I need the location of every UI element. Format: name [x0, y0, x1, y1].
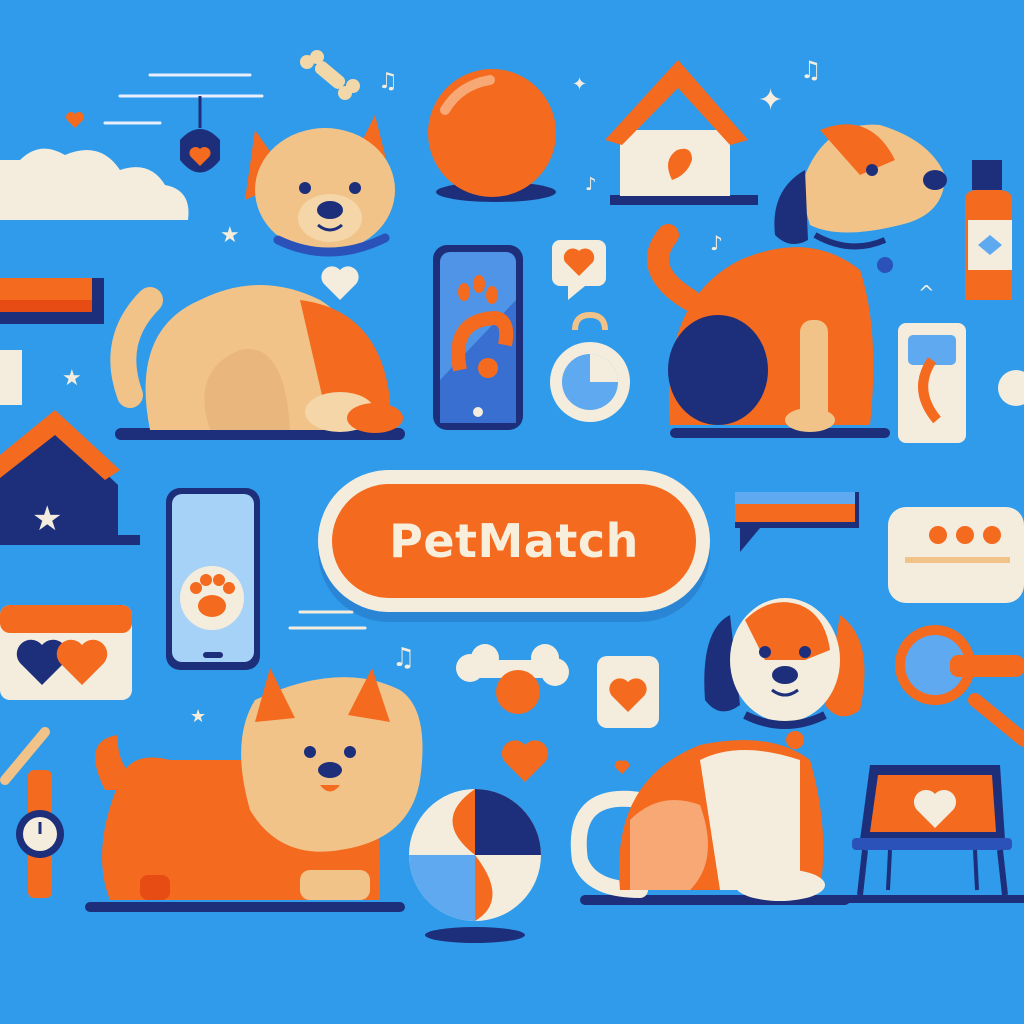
chat-bubble — [552, 240, 606, 300]
banner-shape — [0, 278, 104, 324]
cloud — [0, 148, 189, 220]
chat-bubble — [735, 492, 859, 552]
star-icon: ★ — [220, 223, 240, 248]
music-note-icon: ♫ — [392, 643, 415, 673]
beach-ball — [409, 789, 541, 943]
heart-icon — [501, 740, 549, 782]
floor-line — [840, 895, 1024, 903]
box-shape — [0, 350, 22, 405]
cookie-icon — [998, 370, 1024, 406]
sparkle-icon: ✦ — [572, 74, 587, 95]
sparkle-icon: ^ — [918, 281, 935, 305]
tag-icon — [550, 311, 630, 422]
phone-app — [898, 323, 966, 443]
music-note-icon: ♪ — [710, 231, 723, 255]
brand-name: PetMatch — [389, 514, 639, 568]
heart-icon — [66, 112, 84, 128]
star-icon: ★ — [62, 366, 82, 391]
phone-app — [166, 488, 260, 670]
bone-toy — [300, 50, 360, 100]
logo-inner: PetMatch — [332, 484, 696, 598]
music-note-icon: ♫ — [378, 69, 398, 94]
star-icon: ★ — [190, 706, 206, 727]
card-hearts — [0, 605, 132, 700]
dog-beagle — [570, 598, 865, 905]
line-decor — [288, 610, 367, 630]
music-note-icon: ♫ — [800, 56, 822, 84]
orange-ball — [428, 69, 556, 202]
chat-bubble — [888, 507, 1024, 603]
collar-tag — [180, 96, 220, 173]
dog-house — [605, 60, 758, 205]
logo-badge: PetMatch — [318, 470, 710, 612]
music-note-icon: ♪ — [585, 174, 597, 195]
hanging-line-decor — [103, 73, 264, 125]
dog-sitting-tan — [110, 115, 405, 440]
phone-paw — [433, 245, 523, 430]
dog-fluffy — [85, 668, 423, 912]
magnifier-icon — [895, 625, 1024, 747]
pet-bed — [852, 765, 1012, 896]
sparkle-icon: ✦ — [758, 83, 783, 118]
petmatch-illustration: ♫ ★ ★ ♫ ✦ ✦ ♪ ♪ ^ ★ ♫ ★ PetMatch — [0, 0, 1024, 1024]
bone-toy — [456, 644, 569, 714]
heart-icon — [614, 760, 630, 774]
svg-text:★: ★ — [32, 499, 62, 539]
shampoo-bottle — [965, 160, 1012, 300]
chat-bubble — [597, 656, 659, 728]
watch — [16, 770, 64, 898]
